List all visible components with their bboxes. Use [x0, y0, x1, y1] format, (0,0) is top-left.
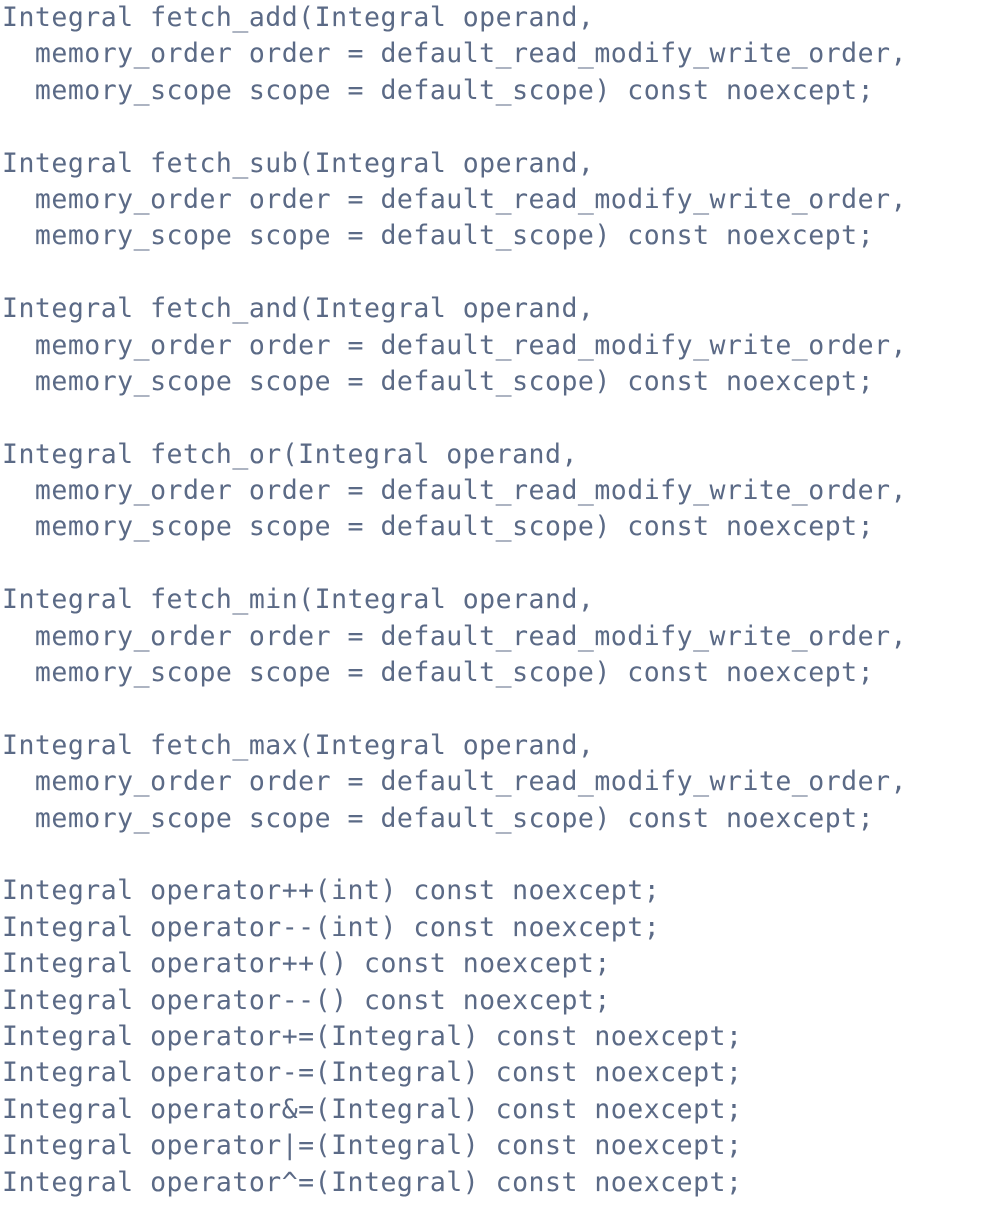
operator-line: Integral operator|=(Integral) const noex… [2, 1130, 743, 1162]
code-listing: Integral fetch_add(Integral operand, mem… [2, 0, 907, 1201]
code-line: Integral fetch_min(Integral operand, [2, 584, 595, 616]
code-line: memory_scope scope = default_scope) cons… [2, 511, 875, 543]
code-line: Integral fetch_add(Integral operand, [2, 2, 595, 33]
operator-line: Integral operator--(int) const noexcept; [2, 911, 661, 943]
code-line: Integral fetch_sub(Integral operand, [2, 147, 595, 179]
code-line: memory_scope scope = default_scope) cons… [2, 802, 875, 834]
operator-line: Integral operator++(int) const noexcept; [2, 875, 661, 907]
code-line: Integral fetch_and(Integral operand, [2, 293, 595, 325]
code-line: memory_order order = default_read_modify… [2, 620, 907, 652]
code-line: memory_scope scope = default_scope) cons… [2, 74, 875, 106]
operator-line: Integral operator--() const noexcept; [2, 984, 611, 1016]
code-line: memory_scope scope = default_scope) cons… [2, 365, 875, 397]
code-line: Integral fetch_or(Integral operand, [2, 438, 578, 470]
operator-line: Integral operator&=(Integral) const noex… [2, 1093, 743, 1125]
operator-line: Integral operator+=(Integral) const noex… [2, 1020, 743, 1052]
code-line: memory_order order = default_read_modify… [2, 38, 907, 70]
code-line: Integral fetch_max(Integral operand, [2, 729, 595, 761]
operator-line: Integral operator^=(Integral) const noex… [2, 1166, 743, 1198]
operator-line: Integral operator-=(Integral) const noex… [2, 1057, 743, 1089]
code-line: memory_order order = default_read_modify… [2, 183, 907, 215]
code-line: memory_order order = default_read_modify… [2, 766, 907, 798]
code-line: memory_order order = default_read_modify… [2, 475, 907, 507]
code-line: memory_order order = default_read_modify… [2, 329, 907, 361]
code-line: memory_scope scope = default_scope) cons… [2, 657, 875, 689]
code-line: memory_scope scope = default_scope) cons… [2, 220, 875, 252]
operator-line: Integral operator++() const noexcept; [2, 948, 611, 980]
